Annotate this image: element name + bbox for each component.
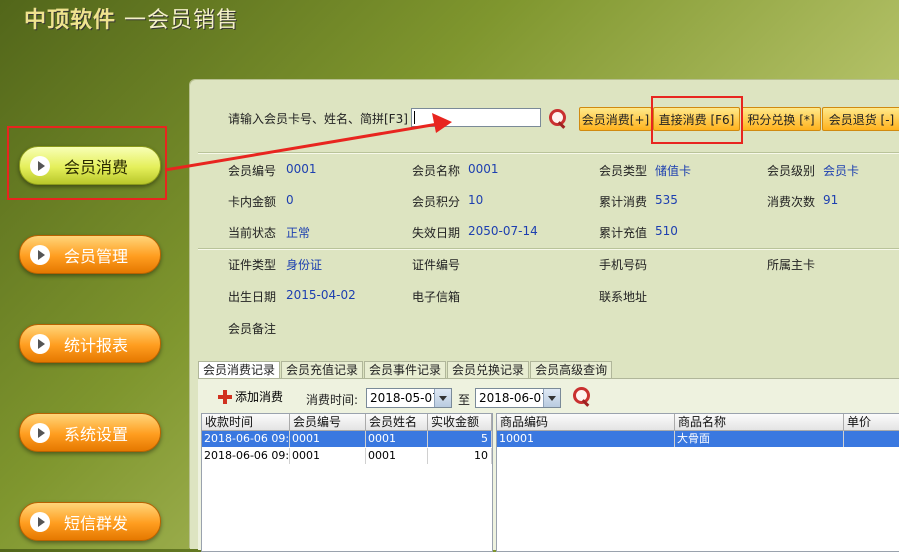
arrow-icon — [164, 113, 452, 172]
